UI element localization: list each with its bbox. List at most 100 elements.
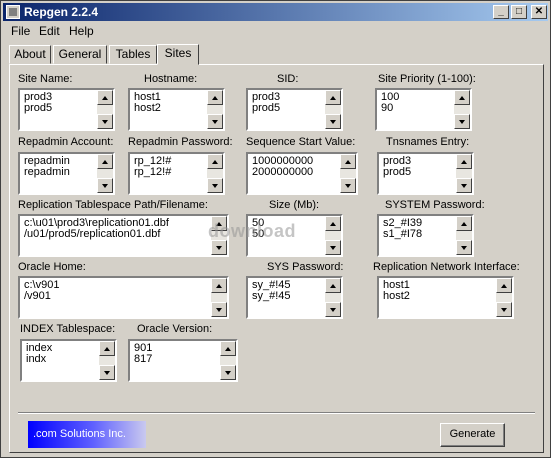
- maximize-button[interactable]: □: [511, 5, 527, 19]
- tab-about[interactable]: About: [9, 45, 51, 64]
- scroll-up-icon[interactable]: [211, 216, 227, 231]
- minimize-button[interactable]: _: [493, 5, 509, 19]
- scrollbar[interactable]: [211, 216, 227, 255]
- site-priority-list[interactable]: 100 90: [375, 88, 472, 131]
- list-item[interactable]: prod5: [252, 103, 280, 114]
- tab-sites[interactable]: Sites: [157, 44, 199, 65]
- scroll-up-icon[interactable]: [211, 278, 227, 293]
- scroll-up-icon[interactable]: [220, 341, 236, 356]
- scrollbar[interactable]: [325, 216, 341, 255]
- tablespace-path-list[interactable]: c:\u01\prod3\replication01.dbf/u01/prod5…: [18, 214, 229, 257]
- site-name-list[interactable]: prod3 prod5: [18, 88, 115, 131]
- scrollbar[interactable]: [340, 154, 356, 193]
- oracle-version-list[interactable]: 901 817: [128, 339, 238, 382]
- sys-password-list[interactable]: sy_#!45 sy_#!45: [246, 276, 343, 319]
- list-item[interactable]: 817: [134, 354, 152, 365]
- scroll-up-icon[interactable]: [325, 278, 341, 293]
- scroll-down-icon[interactable]: [207, 114, 223, 129]
- menu-help[interactable]: Help: [69, 24, 94, 38]
- list-item[interactable]: 90: [381, 103, 399, 114]
- repadmin-account-list[interactable]: repadmin repadmin: [18, 152, 115, 195]
- list-item[interactable]: 2000000000: [252, 167, 313, 178]
- scrollbar[interactable]: [211, 278, 227, 317]
- generate-button[interactable]: Generate: [440, 423, 505, 447]
- close-button[interactable]: ✕: [531, 5, 547, 19]
- scroll-up-icon[interactable]: [340, 154, 356, 169]
- list-item[interactable]: prod5: [24, 103, 52, 114]
- repadmin-account-label: Repadmin Account:: [18, 136, 114, 148]
- list-item[interactable]: host2: [134, 103, 161, 114]
- scrollbar[interactable]: [456, 216, 472, 255]
- scrollbar[interactable]: [220, 341, 236, 380]
- scroll-up-icon[interactable]: [207, 154, 223, 169]
- network-interface-label: Replication Network Interface:: [373, 261, 520, 273]
- system-password-label: SYSTEM Password:: [385, 199, 485, 211]
- scroll-up-icon[interactable]: [456, 216, 472, 231]
- sid-list[interactable]: prod3 prod5: [246, 88, 343, 131]
- list-item[interactable]: host2: [383, 291, 410, 302]
- hostname-list[interactable]: host1 host2: [128, 88, 225, 131]
- index-tablespace-label: INDEX Tablespace:: [20, 323, 116, 335]
- scroll-down-icon[interactable]: [325, 302, 341, 317]
- scroll-down-icon[interactable]: [97, 114, 113, 129]
- list-item[interactable]: 50: [252, 229, 264, 240]
- company-logo: .com Solutions Inc.: [28, 421, 146, 448]
- scrollbar[interactable]: [97, 90, 113, 129]
- list-item[interactable]: indx: [26, 354, 52, 365]
- scrollbar[interactable]: [97, 154, 113, 193]
- list-item[interactable]: /v901: [24, 291, 59, 302]
- list-item[interactable]: prod5: [383, 167, 411, 178]
- list-item[interactable]: s1_#I78: [383, 229, 422, 240]
- scroll-down-icon[interactable]: [456, 240, 472, 255]
- network-interface-list[interactable]: host1 host2: [377, 276, 514, 319]
- oracle-home-list[interactable]: c:\v901/v901: [18, 276, 229, 319]
- scroll-up-icon[interactable]: [496, 278, 512, 293]
- site-priority-label: Site Priority (1-100):: [378, 73, 476, 85]
- scroll-down-icon[interactable]: [454, 114, 470, 129]
- scroll-up-icon[interactable]: [454, 90, 470, 105]
- title-bar[interactable]: Repgen 2.2.4 _ □ ✕: [3, 3, 548, 21]
- scroll-up-icon[interactable]: [456, 154, 472, 169]
- list-item[interactable]: repadmin: [24, 167, 70, 178]
- scroll-down-icon[interactable]: [340, 178, 356, 193]
- scroll-up-icon[interactable]: [325, 90, 341, 105]
- hostname-label: Hostname:: [144, 73, 198, 85]
- list-item[interactable]: /u01/prod5/replication01.dbf: [24, 229, 169, 240]
- scroll-down-icon[interactable]: [211, 302, 227, 317]
- scroll-up-icon[interactable]: [97, 154, 113, 169]
- repadmin-password-list[interactable]: rp_12!# rp_12!#: [128, 152, 225, 195]
- scrollbar[interactable]: [496, 278, 512, 317]
- sequence-start-list[interactable]: 1000000000 2000000000: [246, 152, 358, 195]
- scrollbar[interactable]: [454, 90, 470, 129]
- scrollbar[interactable]: [99, 341, 115, 380]
- scroll-down-icon[interactable]: [325, 240, 341, 255]
- tab-general[interactable]: General: [53, 45, 107, 64]
- scroll-down-icon[interactable]: [496, 302, 512, 317]
- list-item[interactable]: rp_12!#: [134, 167, 171, 178]
- scrollbar[interactable]: [325, 278, 341, 317]
- scroll-up-icon[interactable]: [325, 216, 341, 231]
- system-password-list[interactable]: s2_#I39 s1_#I78: [377, 214, 474, 257]
- scroll-down-icon[interactable]: [99, 365, 115, 380]
- scroll-down-icon[interactable]: [220, 365, 236, 380]
- tab-tables[interactable]: Tables: [109, 45, 157, 64]
- scrollbar[interactable]: [207, 154, 223, 193]
- menu-file[interactable]: File: [11, 24, 30, 38]
- scroll-up-icon[interactable]: [97, 90, 113, 105]
- scroll-up-icon[interactable]: [99, 341, 115, 356]
- scroll-down-icon[interactable]: [97, 178, 113, 193]
- scroll-down-icon[interactable]: [325, 114, 341, 129]
- scroll-down-icon[interactable]: [207, 178, 223, 193]
- scrollbar[interactable]: [325, 90, 341, 129]
- tnsnames-list[interactable]: prod3 prod5: [377, 152, 474, 195]
- list-item[interactable]: sy_#!45: [252, 291, 291, 302]
- app-icon[interactable]: [6, 5, 20, 19]
- size-list[interactable]: 50 50: [246, 214, 343, 257]
- index-tablespace-list[interactable]: index indx: [20, 339, 117, 382]
- scroll-down-icon[interactable]: [211, 240, 227, 255]
- scrollbar[interactable]: [456, 154, 472, 193]
- scroll-down-icon[interactable]: [456, 178, 472, 193]
- scroll-up-icon[interactable]: [207, 90, 223, 105]
- scrollbar[interactable]: [207, 90, 223, 129]
- menu-edit[interactable]: Edit: [39, 24, 60, 38]
